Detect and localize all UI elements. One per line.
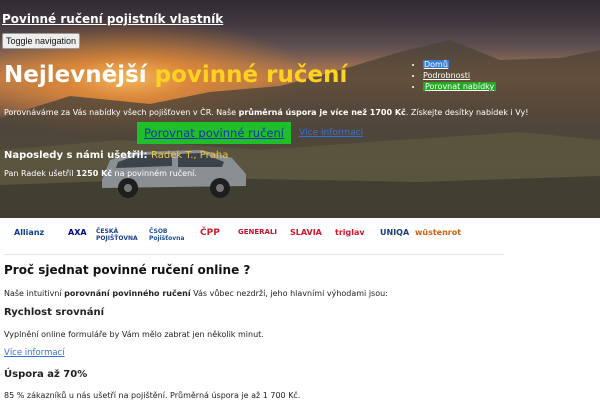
- saved-amount: 1250 Kč: [76, 169, 113, 178]
- feature-speed-text: Vyplnění online formuláře by Vám mělo za…: [4, 330, 264, 339]
- compare-cta-button[interactable]: Porovnat povinné ručení: [137, 122, 291, 144]
- intro-text: Naše intuitivní porovnání povinného ruče…: [4, 289, 388, 298]
- nav-link-details[interactable]: Podrobnosti: [423, 71, 470, 80]
- feature-savings-text: 85 % zákazníků u nás ušetří na pojištění…: [4, 391, 301, 400]
- insurer-logo-cpp: ČPP: [200, 228, 220, 238]
- section-title: Proč sjednat povinné ručení online ?: [4, 263, 251, 277]
- last-saved-label: Naposledy s námi ušetřil:: [4, 150, 151, 161]
- saved-detail-text: Pan Radek ušetřil: [4, 169, 77, 178]
- hero-title-accent: povinné ručení: [154, 62, 348, 88]
- nav-item-compare: Porovnat nabídky: [423, 82, 497, 91]
- insurer-logo-uniqa: UNIQA: [380, 228, 410, 237]
- nav-item-details: Podrobnosti: [423, 71, 496, 80]
- insurer-logo-triglav: triglav: [335, 228, 365, 237]
- insurer-logo-ceska-pojistovna: ČESKÁ POJIŠŤOVNA: [96, 228, 138, 242]
- hero-title: Nejlevnější povinné ručení: [4, 62, 347, 88]
- insurer-logo-axa: AXA: [68, 228, 87, 237]
- section-divider: [4, 254, 504, 255]
- nav-item-home: Domů: [423, 60, 496, 69]
- more-info-link[interactable]: Více informací: [299, 128, 363, 138]
- insurer-logo-slavia: SLAVIA: [290, 228, 322, 237]
- last-saved-line: Naposledy s námi ušetřil: Radek T., Prah…: [4, 150, 228, 161]
- insurer-logo-wustenrot: wüstenrot: [415, 228, 462, 237]
- feature-speed-title: Rychlost srovnání: [4, 307, 105, 318]
- intro-text-start: Naše intuitivní: [4, 289, 65, 298]
- intro-text-bold: porovnání povinného ručení: [64, 289, 191, 298]
- toggle-navigation-button[interactable]: Toggle navigation: [2, 33, 81, 49]
- hero-banner: Povinné ručení pojistník vlastník Toggle…: [0, 0, 600, 218]
- main-nav: Domů Podrobnosti Porovnat nabídky: [410, 60, 497, 93]
- last-saved-name: Radek T., Praha: [151, 150, 229, 161]
- intro-text-end: Vás vůbec nezdrží, jeho hlavními výhodam…: [190, 289, 388, 298]
- hero-desc-text: Porovnáváme za Vás nabídky všech pojišťo…: [4, 108, 239, 117]
- insurer-logo-allianz: Allianz: [14, 228, 45, 237]
- feature-savings-title: Úspora až 70%: [4, 369, 88, 380]
- insurer-logo-csob: ČSOB Pojišťovna: [149, 228, 185, 242]
- hero-title-main: Nejlevnější: [4, 62, 155, 88]
- saved-detail-text-end: na povinném ručení.: [112, 169, 197, 178]
- insurer-logo-generali: GENERALI: [238, 228, 278, 236]
- feature-speed-more-link[interactable]: Více informací: [4, 348, 65, 358]
- nav-link-compare[interactable]: Porovnat nabídky: [423, 82, 497, 91]
- hero-desc-text-end: . Získejte desítky nabídek i Vy!: [405, 108, 529, 117]
- nav-link-home[interactable]: Domů: [423, 60, 449, 69]
- brand-link[interactable]: Povinné ručení pojistník vlastník: [2, 12, 223, 26]
- hero-description: Porovnáváme za Vás nabídky všech pojišťo…: [4, 108, 528, 117]
- hero-desc-highlight: průměrná úspora je více než 1700 Kč: [238, 108, 406, 117]
- last-saved-detail: Pan Radek ušetřil 1250 Kč na povinném ru…: [4, 169, 197, 178]
- insurer-logos-strip: Allianz AXA ČESKÁ POJIŠŤOVNA ČSOB Pojišť…: [0, 220, 600, 252]
